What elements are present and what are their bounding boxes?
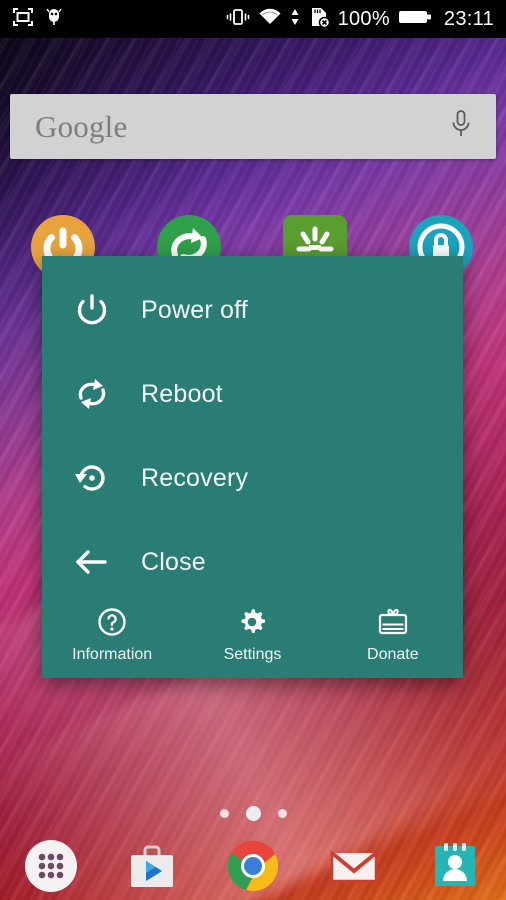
gear-icon (237, 607, 267, 642)
dialog-action-row: Information Settings Donate (42, 592, 463, 678)
help-circle-icon (97, 607, 127, 642)
action-information[interactable]: Information (42, 592, 182, 678)
action-settings[interactable]: Settings (182, 592, 322, 678)
power-icon (72, 290, 128, 330)
action-label: Donate (367, 645, 419, 663)
sync-reboot-icon (72, 374, 128, 414)
menu-item-label: Recovery (141, 463, 249, 492)
action-donate[interactable]: Donate (323, 592, 463, 678)
power-menu-list: Power off Reboot Recovery Close (42, 256, 463, 604)
menu-item-reboot[interactable]: Reboot (42, 352, 463, 436)
menu-item-recovery[interactable]: Recovery (42, 436, 463, 520)
menu-item-label: Power off (141, 295, 248, 324)
arrow-left-icon (72, 542, 128, 582)
menu-item-label: Close (141, 547, 206, 576)
action-label: Settings (223, 645, 282, 663)
power-menu-dialog: Power off Reboot Recovery Close Informat… (42, 256, 463, 678)
menu-item-label: Reboot (141, 379, 223, 408)
menu-item-power-off[interactable]: Power off (42, 268, 463, 352)
android-screen: Google Quick (0, 0, 506, 900)
restore-recovery-icon (72, 458, 128, 498)
gift-card-icon (377, 607, 409, 642)
action-label: Information (72, 645, 153, 663)
